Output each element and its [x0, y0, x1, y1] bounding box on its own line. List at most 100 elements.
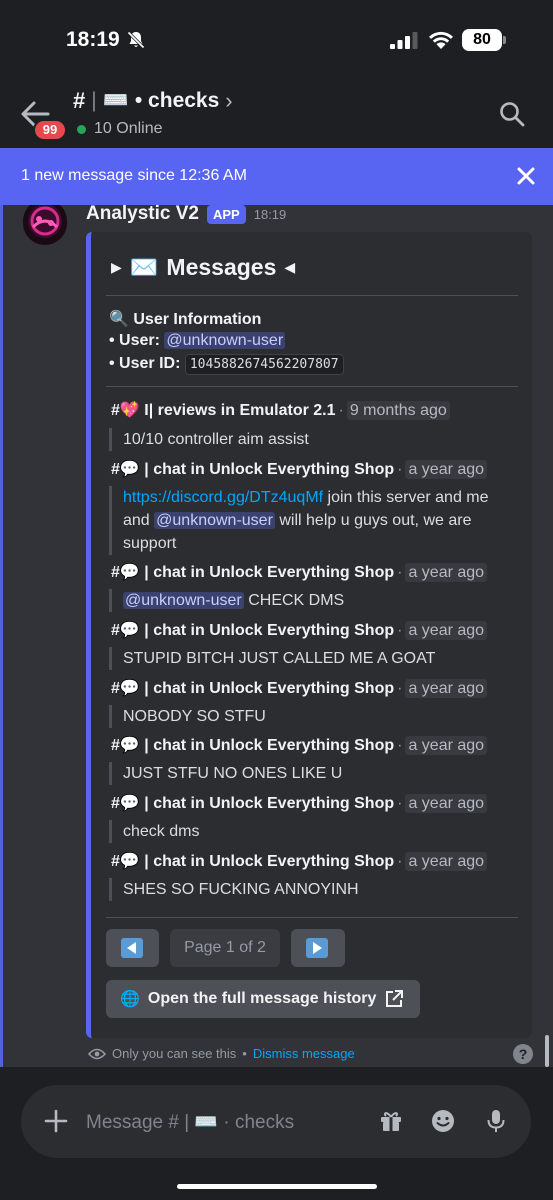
history-content: JUST STFU NO ONES LIKE U	[123, 765, 343, 782]
scrollbar[interactable]	[545, 1035, 549, 1067]
history-item-header: #💬 | chat in Unlock Everything Shop · a ye…	[111, 793, 488, 813]
plus-icon[interactable]	[43, 1108, 69, 1134]
history-time: a year ago	[405, 679, 488, 698]
emoji-icon[interactable]	[430, 1108, 456, 1134]
chevron-right-icon: ›	[225, 88, 233, 113]
channel-header: 99 # | ⌨️ • checks › 10 Online	[0, 82, 553, 148]
history-content: SHES SO FUCKING ANNOYINH	[123, 881, 359, 898]
userid-label: • User ID:	[109, 355, 181, 372]
user-label: • User:	[109, 332, 160, 349]
history-quote: 10/10 controller aim assist	[109, 428, 519, 451]
ephemeral-separator: •	[242, 1046, 247, 1061]
help-icon[interactable]: ?	[513, 1044, 533, 1064]
microphone-icon[interactable]	[483, 1108, 509, 1134]
history-quote: check dms	[109, 820, 519, 843]
external-link-icon	[386, 990, 404, 1007]
play-marker-icon: ▶	[111, 259, 122, 275]
speech-emoji: 💬	[119, 461, 140, 478]
ephemeral-notice: Only you can see this • Dismiss message	[88, 1046, 355, 1061]
user-mention[interactable]: @unknown-user	[164, 332, 286, 349]
status-time: 18:19	[66, 28, 120, 51]
open-history-button[interactable]: 🌐 Open the full message history	[106, 980, 420, 1018]
embed-title: ▶ ✉️ Messages ◀	[111, 254, 295, 281]
speech-emoji: 💬	[119, 680, 140, 697]
next-page-button[interactable]	[291, 929, 345, 967]
history-quote: SHES SO FUCKING ANNOYINH	[109, 878, 519, 901]
history-item-header: #💬 | chat in Unlock Everything Shop · a ye…	[111, 459, 488, 479]
speech-emoji: 💬	[119, 622, 140, 639]
new-messages-text: 1 new message since 12:36 AM	[21, 167, 247, 184]
history-time: a year ago	[405, 852, 488, 871]
cellular-signal-icon	[390, 32, 418, 49]
previous-arrow-icon	[121, 938, 143, 958]
status-bar: 18:19 80	[0, 0, 553, 82]
history-item-header: #💖 I| reviews in Emulator 2.1 · 9 months a…	[111, 400, 450, 420]
history-channel: | chat in Unlock Everything Shop	[144, 461, 395, 478]
page-indicator: Page 1 of 2	[170, 929, 280, 967]
divider	[106, 917, 518, 918]
bell-muted-icon	[127, 31, 145, 49]
battery-tip	[503, 36, 506, 44]
speech-emoji: 💬	[119, 564, 140, 581]
message-embed: ▶ ✉️ Messages ◀ 🔍 User Information • Use…	[86, 232, 532, 1038]
speech-emoji: 💬	[119, 795, 140, 812]
channel-title[interactable]: # | ⌨️ • checks ›	[73, 88, 233, 114]
gift-icon[interactable]	[378, 1108, 404, 1134]
history-channel: | chat in Unlock Everything Shop	[144, 737, 395, 754]
userid-line: • User ID: 1045882674562207807	[109, 354, 344, 375]
channel-hash: #	[73, 88, 86, 113]
channel-name: • checks	[134, 89, 220, 112]
history-mention[interactable]: @unknown-user	[123, 592, 244, 609]
history-time: a year ago	[405, 621, 488, 640]
history-item-header: #💬 | chat in Unlock Everything Shop · a ye…	[111, 735, 488, 755]
online-dot-icon	[77, 124, 86, 134]
eye-icon	[88, 1048, 106, 1059]
search-icon[interactable]	[498, 100, 526, 128]
prev-page-button[interactable]	[106, 929, 159, 967]
history-content: check dms	[123, 823, 200, 840]
history-content: 10/10 controller aim assist	[123, 431, 309, 448]
close-icon[interactable]	[515, 165, 537, 187]
heart-emoji: 💖	[119, 402, 140, 419]
new-messages-bar[interactable]: 1 new message since 12:36 AM	[0, 148, 553, 205]
history-channel: | chat in Unlock Everything Shop	[144, 795, 395, 812]
history-item-header: #💬 | chat in Unlock Everything Shop · a ye…	[111, 620, 488, 640]
online-status: 10 Online	[77, 120, 163, 138]
divider	[106, 295, 518, 296]
next-arrow-icon	[306, 938, 328, 958]
unread-badge: 99	[33, 119, 67, 141]
history-content: STUPID BITCH JUST CALLED ME A GOAT	[123, 650, 436, 667]
history-channel: | chat in Unlock Everything Shop	[144, 564, 395, 581]
history-time: a year ago	[405, 563, 488, 582]
embed-title-text: Messages	[166, 254, 277, 280]
author-name[interactable]: Analystic V2	[86, 203, 199, 225]
history-quote: https://discord.gg/DTz4uqMf join this se…	[109, 486, 519, 555]
history-channel: I| reviews in Emulator 2.1	[144, 402, 336, 419]
bot-avatar[interactable]	[23, 205, 67, 245]
message-time: 18:19	[253, 206, 287, 222]
history-item-header: #💬 | chat in Unlock Everything Shop · a ye…	[111, 678, 488, 698]
reverse-marker-icon: ◀	[284, 259, 296, 275]
message-input[interactable]: Message # | ⌨️ · checks	[86, 1110, 294, 1134]
channel-separator: |	[91, 89, 97, 112]
user-info-heading: 🔍 User Information	[109, 309, 261, 329]
history-item-header: #💬 | chat in Unlock Everything Shop · a ye…	[111, 851, 488, 871]
history-mention[interactable]: @unknown-user	[154, 512, 275, 529]
history-content: CHECK DMS	[248, 592, 345, 609]
divider	[106, 386, 518, 387]
dismiss-message-link[interactable]: Dismiss message	[253, 1046, 355, 1061]
history-time: a year ago	[405, 736, 488, 755]
speech-emoji: 💬	[119, 853, 140, 870]
invite-link[interactable]: https://discord.gg/DTz4uqMf	[123, 489, 323, 506]
user-info-heading-text: User Information	[133, 311, 262, 328]
home-indicator	[177, 1184, 377, 1189]
envelope-emoji: ✉️	[129, 254, 159, 280]
open-history-label: Open the full message history	[147, 990, 377, 1007]
globe-emoji: 🌐	[120, 991, 140, 1008]
ephemeral-text: Only you can see this	[112, 1046, 237, 1061]
app-tag: APP	[207, 204, 246, 224]
online-count: 10 Online	[94, 120, 163, 137]
history-quote: NOBODY SO STFU	[109, 705, 519, 728]
history-time: 9 months ago	[346, 401, 450, 420]
user-line: • User: @unknown-user	[109, 332, 286, 350]
